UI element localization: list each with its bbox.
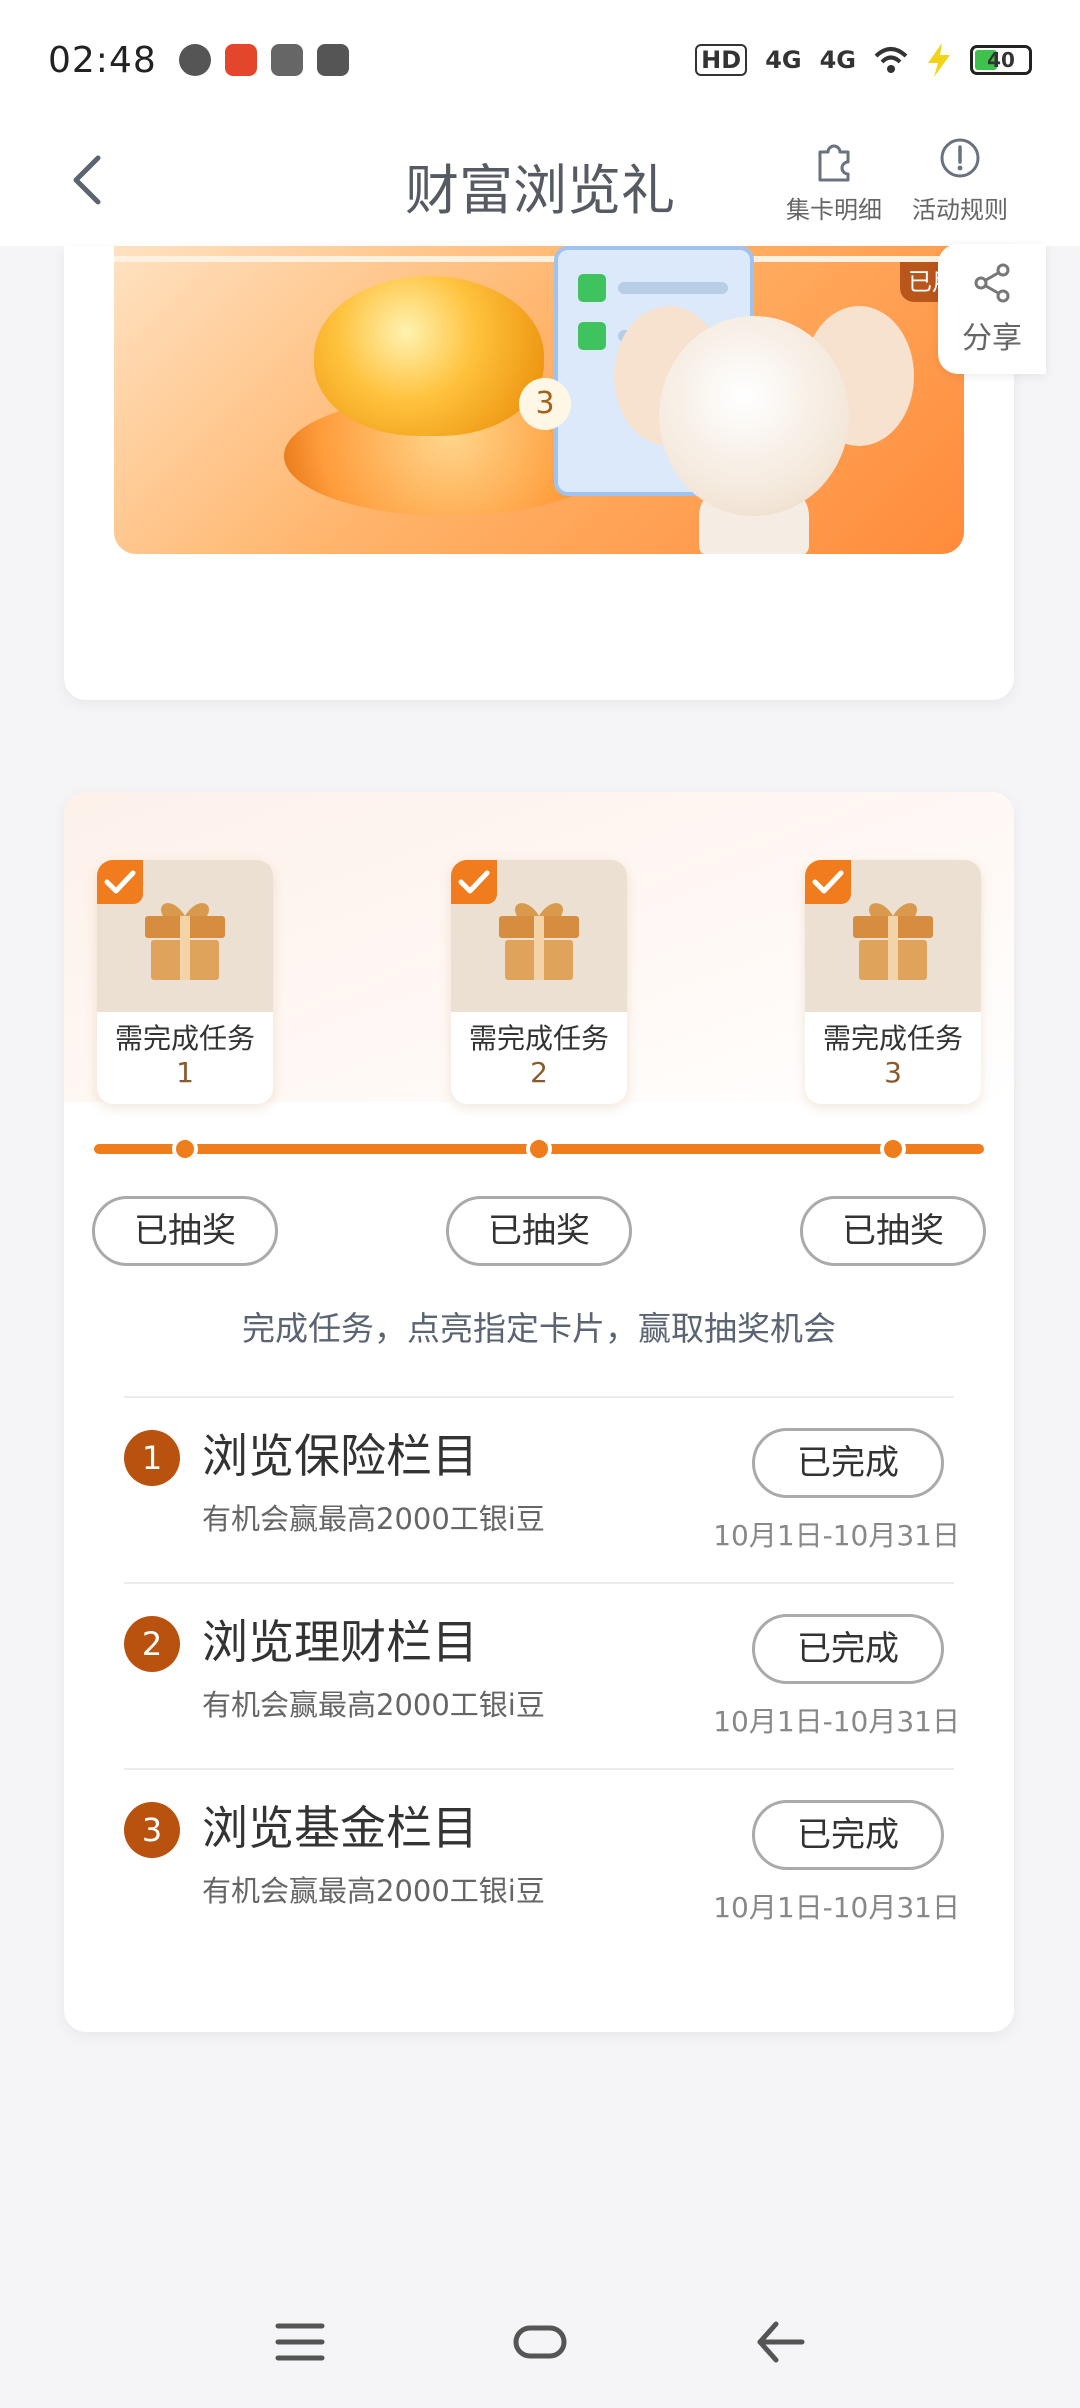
drawn-button-3[interactable]: 已抽奖 (800, 1196, 986, 1266)
system-nav-bar (0, 2290, 1080, 2408)
gift-icon (853, 903, 933, 980)
progress-dot-1 (172, 1136, 198, 1162)
status-bar: 02:48 HD 4G 4G 40 (0, 0, 1080, 120)
puzzle-icon (818, 144, 850, 182)
status-time: 02:48 (48, 39, 157, 81)
task-number-badge: 3 (124, 1802, 180, 1858)
task-subtitle: 有机会赢最高2000工银i豆 (202, 1874, 545, 1908)
reward-label: 需完成任务 (114, 1022, 255, 1055)
reward-card-1: 需完成任务 1 (97, 860, 273, 1104)
task-row-1: 1 浏览保险栏目 有机会赢最高2000工银i豆 已完成 10月1日-10月31日 (124, 1398, 960, 1584)
reward-label: 需完成任务 (468, 1022, 609, 1055)
gift-icon (145, 903, 225, 980)
check-circle-icon (178, 44, 211, 76)
rules-button[interactable]: 活动规则 (912, 134, 1008, 225)
back-arrow-icon[interactable] (750, 2312, 810, 2372)
nav-bar: 财富浏览礼 集卡明细 活动规则 (0, 120, 1080, 246)
progress-dot-2 (526, 1136, 552, 1162)
task-title: 浏览保险栏目 (202, 1429, 478, 1483)
task-title: 浏览理财栏目 (202, 1615, 478, 1669)
task-number-badge: 2 (124, 1616, 180, 1672)
info-circle-icon (940, 138, 980, 178)
task-date-range: 10月1日-10月31日 (713, 1891, 960, 1924)
drawn-button-1[interactable]: 已抽奖 (92, 1196, 278, 1266)
vivo-icon (316, 44, 349, 76)
task-row-2: 2 浏览理财栏目 有机会赢最高2000工银i豆 已完成 10月1日-10月31日 (124, 1584, 960, 1770)
crown-icon (270, 44, 303, 76)
reward-num: 3 (884, 1056, 902, 1089)
app-notification-icon (224, 44, 257, 76)
task-row-3: 3 浏览基金栏目 有机会赢最高2000工银i豆 已完成 10月1日-10月31日 (124, 1770, 960, 1956)
hd-icon: HD (695, 44, 748, 76)
task-card: 需完成任务 1 需完成任务 2 需完成任务 3 已抽奖 已抽奖 已抽奖 完成任务… (64, 792, 1014, 2032)
status-notification-icons (178, 44, 349, 76)
gift-icon (499, 903, 579, 980)
share-button[interactable]: 分享 (938, 244, 1046, 374)
signal-4g-icon-2: 4G (819, 46, 856, 74)
rules-label: 活动规则 (912, 196, 1008, 224)
step-badge: 3 (519, 378, 571, 430)
wifi-icon (874, 47, 908, 73)
task-date-range: 10月1日-10月31日 (713, 1519, 960, 1552)
home-icon[interactable] (510, 2312, 570, 2372)
task-completed-button[interactable]: 已完成 (752, 1428, 944, 1498)
banner-image: 3 已用 (114, 246, 964, 554)
share-icon (974, 263, 1010, 303)
task-date-range: 10月1日-10月31日 (713, 1705, 960, 1738)
menu-icon[interactable] (270, 2312, 330, 2372)
task-completed-button[interactable]: 已完成 (752, 1614, 944, 1684)
reward-num: 2 (530, 1056, 548, 1089)
card-details-button[interactable]: 集卡明细 (786, 134, 882, 225)
battery-icon: 40 (970, 45, 1032, 75)
progress-dot-3 (880, 1136, 906, 1162)
elephant-mascot-illustration (659, 316, 849, 516)
gold-ingot-illustration (314, 276, 544, 436)
reward-num: 1 (176, 1056, 194, 1089)
share-label: 分享 (962, 321, 1022, 356)
task-title: 浏览基金栏目 (202, 1801, 478, 1855)
card-details-label: 集卡明细 (786, 196, 882, 224)
task-completed-button[interactable]: 已完成 (752, 1800, 944, 1870)
hint-text: 完成任务，点亮指定卡片，赢取抽奖机会 (242, 1309, 836, 1348)
banner-card: 3 已用 (64, 246, 1014, 700)
reward-card-2: 需完成任务 2 (451, 860, 627, 1104)
reward-card-3: 需完成任务 3 (805, 860, 981, 1104)
battery-level: 40 (987, 48, 1015, 72)
status-right: HD 4G 4G 40 (695, 43, 1032, 77)
reward-label: 需完成任务 (822, 1022, 963, 1055)
drawn-button-2[interactable]: 已抽奖 (446, 1196, 632, 1266)
task-subtitle: 有机会赢最高2000工银i豆 (202, 1688, 545, 1722)
task-subtitle: 有机会赢最高2000工银i豆 (202, 1502, 545, 1536)
task-number-badge: 1 (124, 1430, 180, 1486)
charging-icon (928, 43, 950, 77)
signal-4g-icon: 4G (765, 46, 802, 74)
